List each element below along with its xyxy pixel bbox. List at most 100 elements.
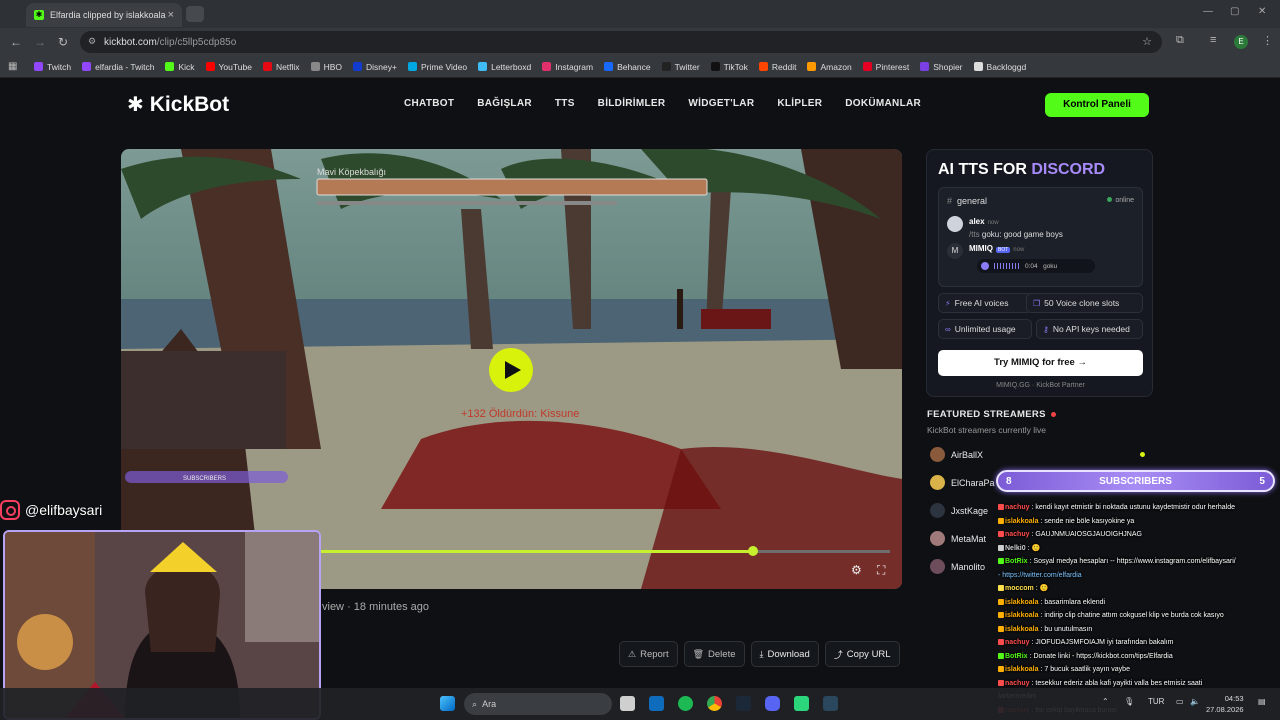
menu-kebab-icon[interactable]: ⋮ xyxy=(1262,34,1273,47)
bookmark-netflix[interactable]: Netflix xyxy=(262,62,300,72)
chat-username[interactable]: BotRix xyxy=(1005,653,1028,660)
windows-start-icon[interactable] xyxy=(440,696,455,711)
notifications-icon[interactable]: ▤ xyxy=(1258,697,1266,706)
clip-video-player[interactable]: Mavi Köpekbalığı +132 Öldürdün: Kissune … xyxy=(121,149,902,589)
bookmark-instagram[interactable]: Instagram xyxy=(542,62,593,72)
file-explorer-icon[interactable] xyxy=(620,696,635,711)
taskbar-clock[interactable]: 04:53 27.08.2026 xyxy=(1206,693,1244,715)
extensions-icon[interactable]: ⧉ xyxy=(1176,34,1184,47)
volume-icon[interactable]: 🔈 xyxy=(1190,697,1200,706)
bookmark-pinterest[interactable]: Pinterest xyxy=(862,62,909,72)
discord-message-alex: alex now/tts goku: good game boys xyxy=(947,216,1063,240)
app-icon[interactable] xyxy=(794,696,809,711)
chat-username[interactable]: nachuy xyxy=(1005,680,1030,687)
close-tab-icon[interactable]: × xyxy=(168,9,174,21)
play-button[interactable] xyxy=(489,348,533,392)
fullscreen-icon[interactable]: ⛶ xyxy=(877,563,885,578)
reading-list-icon[interactable]: ≡ xyxy=(1210,34,1216,46)
download-button[interactable]: ⤓ Download xyxy=(750,641,819,667)
audio-player[interactable]: 0:04 goku xyxy=(977,259,1095,273)
microphone-icon[interactable]: 🎙 xyxy=(1124,697,1134,706)
chat-message: islakkoala: sende nie böle kasıyokine ya xyxy=(998,517,1134,526)
new-tab-button[interactable] xyxy=(186,6,204,22)
tab-title: Elfardia clipped by islakkoala xyxy=(50,10,166,20)
try-mimiq-button[interactable]: Try MIMIQ for free → xyxy=(938,350,1143,376)
chat-username[interactable]: nachuy xyxy=(1005,639,1030,646)
chat-username[interactable]: moccom xyxy=(1005,585,1034,592)
nav-item-2[interactable]: TTS xyxy=(555,98,575,109)
control-panel-button[interactable]: Kontrol Paneli xyxy=(1045,93,1149,117)
streamer-row[interactable]: JxstKage xyxy=(930,503,988,518)
reload-icon[interactable]: ↻ xyxy=(58,35,68,49)
taskbar-search[interactable]: ⌕ Ara xyxy=(464,693,612,715)
bookmark-star-icon[interactable]: ☆ xyxy=(1142,35,1152,48)
forward-icon[interactable]: → xyxy=(34,35,46,49)
play-icon[interactable] xyxy=(981,262,989,270)
streamer-row[interactable]: MetaMat xyxy=(930,531,986,546)
bookmark-hbo[interactable]: HBO xyxy=(310,62,342,72)
discord-icon[interactable] xyxy=(765,696,780,711)
bookmark-reddit[interactable]: Reddit xyxy=(758,62,796,72)
spotify-icon[interactable] xyxy=(678,696,693,711)
close-window-icon[interactable]: ✕ xyxy=(1258,6,1266,17)
bookmark-tiktok[interactable]: TikTok xyxy=(710,62,748,72)
bookmark-kick[interactable]: Kick xyxy=(165,62,195,72)
chat-username[interactable]: islakkoala xyxy=(1005,599,1038,606)
report-button[interactable]: ⚠ Report xyxy=(619,641,678,667)
network-icon[interactable]: ▭ xyxy=(1176,697,1184,706)
bookmark-amazon[interactable]: Amazon xyxy=(807,62,852,72)
bookmark-elfardia-twitch[interactable]: elfardia - Twitch xyxy=(82,62,154,72)
chat-username[interactable]: BotRix xyxy=(1005,558,1028,565)
steam-icon[interactable] xyxy=(736,696,751,711)
bookmark-prime-video[interactable]: Prime Video xyxy=(407,62,467,72)
key-icon: ⚷ xyxy=(1043,324,1049,334)
streamer-row[interactable]: AirBallX xyxy=(930,447,983,462)
steam-alt-icon[interactable] xyxy=(823,696,838,711)
copy-url-button[interactable]: ⤴ Copy URL xyxy=(824,641,900,667)
bookmark-label: YouTube xyxy=(218,61,252,72)
nav-item-6[interactable]: DOKÜMANLAR xyxy=(845,98,921,109)
streamer-name: JxstKage xyxy=(951,505,989,516)
nav-item-0[interactable]: CHATBOT xyxy=(404,98,454,109)
chat-username[interactable]: islakkoala xyxy=(1005,518,1038,525)
chat-username[interactable]: islakkoala xyxy=(1005,612,1038,619)
address-bar[interactable]: ⚙ kickbot.com/clip/c5llp5cdp85o ☆ xyxy=(80,31,1162,53)
chat-username[interactable]: islakkoala xyxy=(1005,626,1038,633)
streamer-row[interactable]: ElCharaPa xyxy=(930,475,995,490)
bookmark-letterboxd[interactable]: Letterboxd xyxy=(478,62,531,72)
chat-username[interactable]: islakkoala xyxy=(1005,666,1038,673)
minimize-icon[interactable]: — xyxy=(1203,6,1213,17)
bookmark-behance[interactable]: Behance xyxy=(604,62,651,72)
bookmark-backloggd[interactable]: Backloggd xyxy=(973,62,1026,72)
chat-username[interactable]: Nelki0 xyxy=(1005,545,1026,552)
chat-username[interactable]: nachuy xyxy=(1005,504,1030,511)
profile-avatar[interactable]: E xyxy=(1234,35,1248,49)
back-icon[interactable]: ← xyxy=(10,35,22,49)
maximize-icon[interactable]: ▢ xyxy=(1230,6,1239,17)
bookmark-youtube[interactable]: YouTube xyxy=(205,61,252,72)
bookmark-label: Letterboxd xyxy=(491,61,532,72)
chrome-icon[interactable] xyxy=(707,696,722,711)
kickbot-logo[interactable]: ✱ KickBot xyxy=(127,92,229,117)
streamer-row[interactable]: Manolito xyxy=(930,559,985,574)
tray-chevron-icon[interactable]: ⌃ xyxy=(1102,697,1109,706)
site-info-icon[interactable]: ⚙ xyxy=(88,36,96,47)
nav-item-1[interactable]: BAĞIŞLAR xyxy=(477,98,532,109)
bookmark-twitch[interactable]: Twitch xyxy=(34,62,71,72)
nav-item-4[interactable]: WİDGET'LAR xyxy=(688,98,754,109)
nav-item-5[interactable]: KLİPLER xyxy=(777,98,822,109)
settings-gear-icon[interactable]: ⚙ xyxy=(851,563,862,577)
video-progress-bar[interactable] xyxy=(321,546,890,556)
bookmark-disney-[interactable]: Disney+ xyxy=(352,62,397,72)
chat-username[interactable]: nachuy xyxy=(1005,531,1030,538)
bookmark-shopier[interactable]: Shopier xyxy=(920,62,963,72)
chat-text: 🙂 xyxy=(1039,585,1049,592)
input-language[interactable]: TUR xyxy=(1148,697,1164,706)
outlook-icon[interactable] xyxy=(649,696,664,711)
apps-grid-icon[interactable]: ▦ xyxy=(8,61,17,72)
delete-label: Delete xyxy=(708,648,736,660)
nav-item-3[interactable]: BİLDİRİMLER xyxy=(598,98,666,109)
bookmark-twitter[interactable]: Twitter xyxy=(661,62,700,72)
delete-button[interactable]: 🗑 Delete xyxy=(683,641,745,667)
browser-tab[interactable]: ✱ Elfardia clipped by islakkoala × xyxy=(26,3,182,27)
